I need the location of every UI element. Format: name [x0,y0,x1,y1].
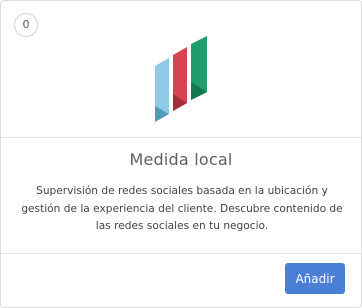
card-description: Supervisión de redes sociales basada en … [21,185,343,232]
app-card: 0 Medida local Supervisión de redes soci… [0,0,362,308]
count-badge: 0 [14,13,38,37]
add-button[interactable]: Añadir [285,263,345,294]
header-divider [1,137,361,138]
local-measure-logo-icon [155,36,207,122]
card-title: Medida local [129,150,233,169]
footer-divider [1,253,361,254]
